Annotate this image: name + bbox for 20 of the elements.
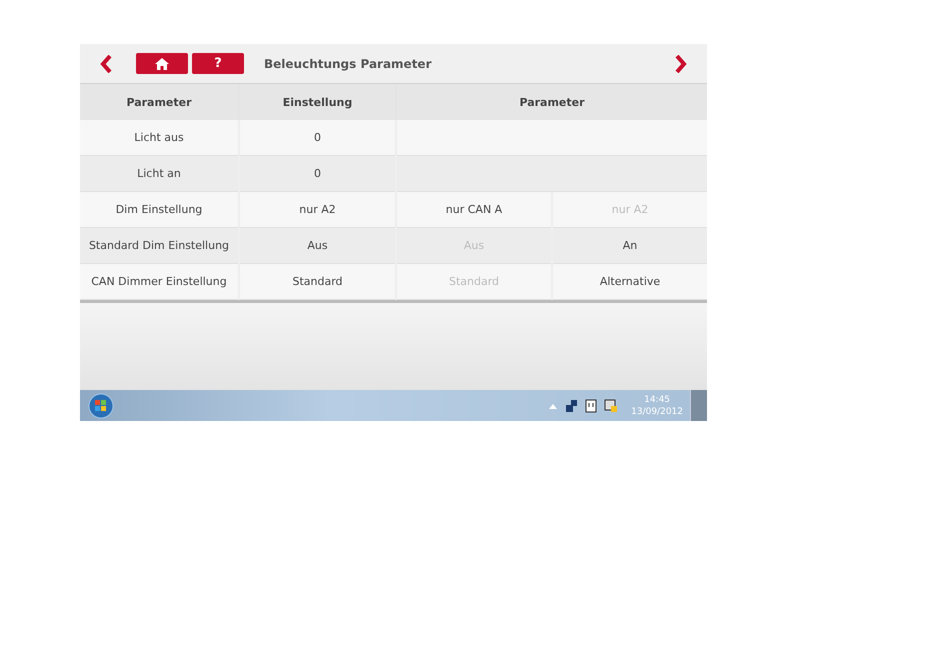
clock-time: 14:45 bbox=[644, 394, 670, 406]
setting-cell[interactable]: 0 bbox=[240, 120, 395, 156]
clock-date: 13/09/2012 bbox=[631, 406, 683, 418]
forward-chevron-icon[interactable] bbox=[675, 54, 687, 72]
parameter-cell: Licht aus bbox=[80, 120, 238, 156]
option-cell[interactable]: nur CAN A bbox=[397, 192, 551, 228]
setting-cell[interactable]: Standard bbox=[240, 264, 395, 300]
back-chevron-icon[interactable] bbox=[100, 54, 112, 72]
parameter-cell: CAN Dimmer Einstellung bbox=[80, 264, 238, 300]
device-warning-icon[interactable] bbox=[604, 398, 618, 412]
page-title: Beleuchtungs Parameter bbox=[264, 56, 432, 70]
help-button[interactable]: ? bbox=[192, 53, 244, 74]
power-plug-icon[interactable] bbox=[585, 398, 598, 412]
setting-cell[interactable]: nur A2 bbox=[240, 192, 395, 228]
start-orb-icon[interactable] bbox=[88, 392, 114, 418]
option-cell[interactable]: Alternative bbox=[553, 264, 707, 300]
parameter-cell: Dim Einstellung bbox=[80, 192, 238, 228]
home-button[interactable] bbox=[136, 53, 188, 74]
home-icon bbox=[154, 56, 170, 70]
network-icon[interactable] bbox=[564, 398, 578, 412]
